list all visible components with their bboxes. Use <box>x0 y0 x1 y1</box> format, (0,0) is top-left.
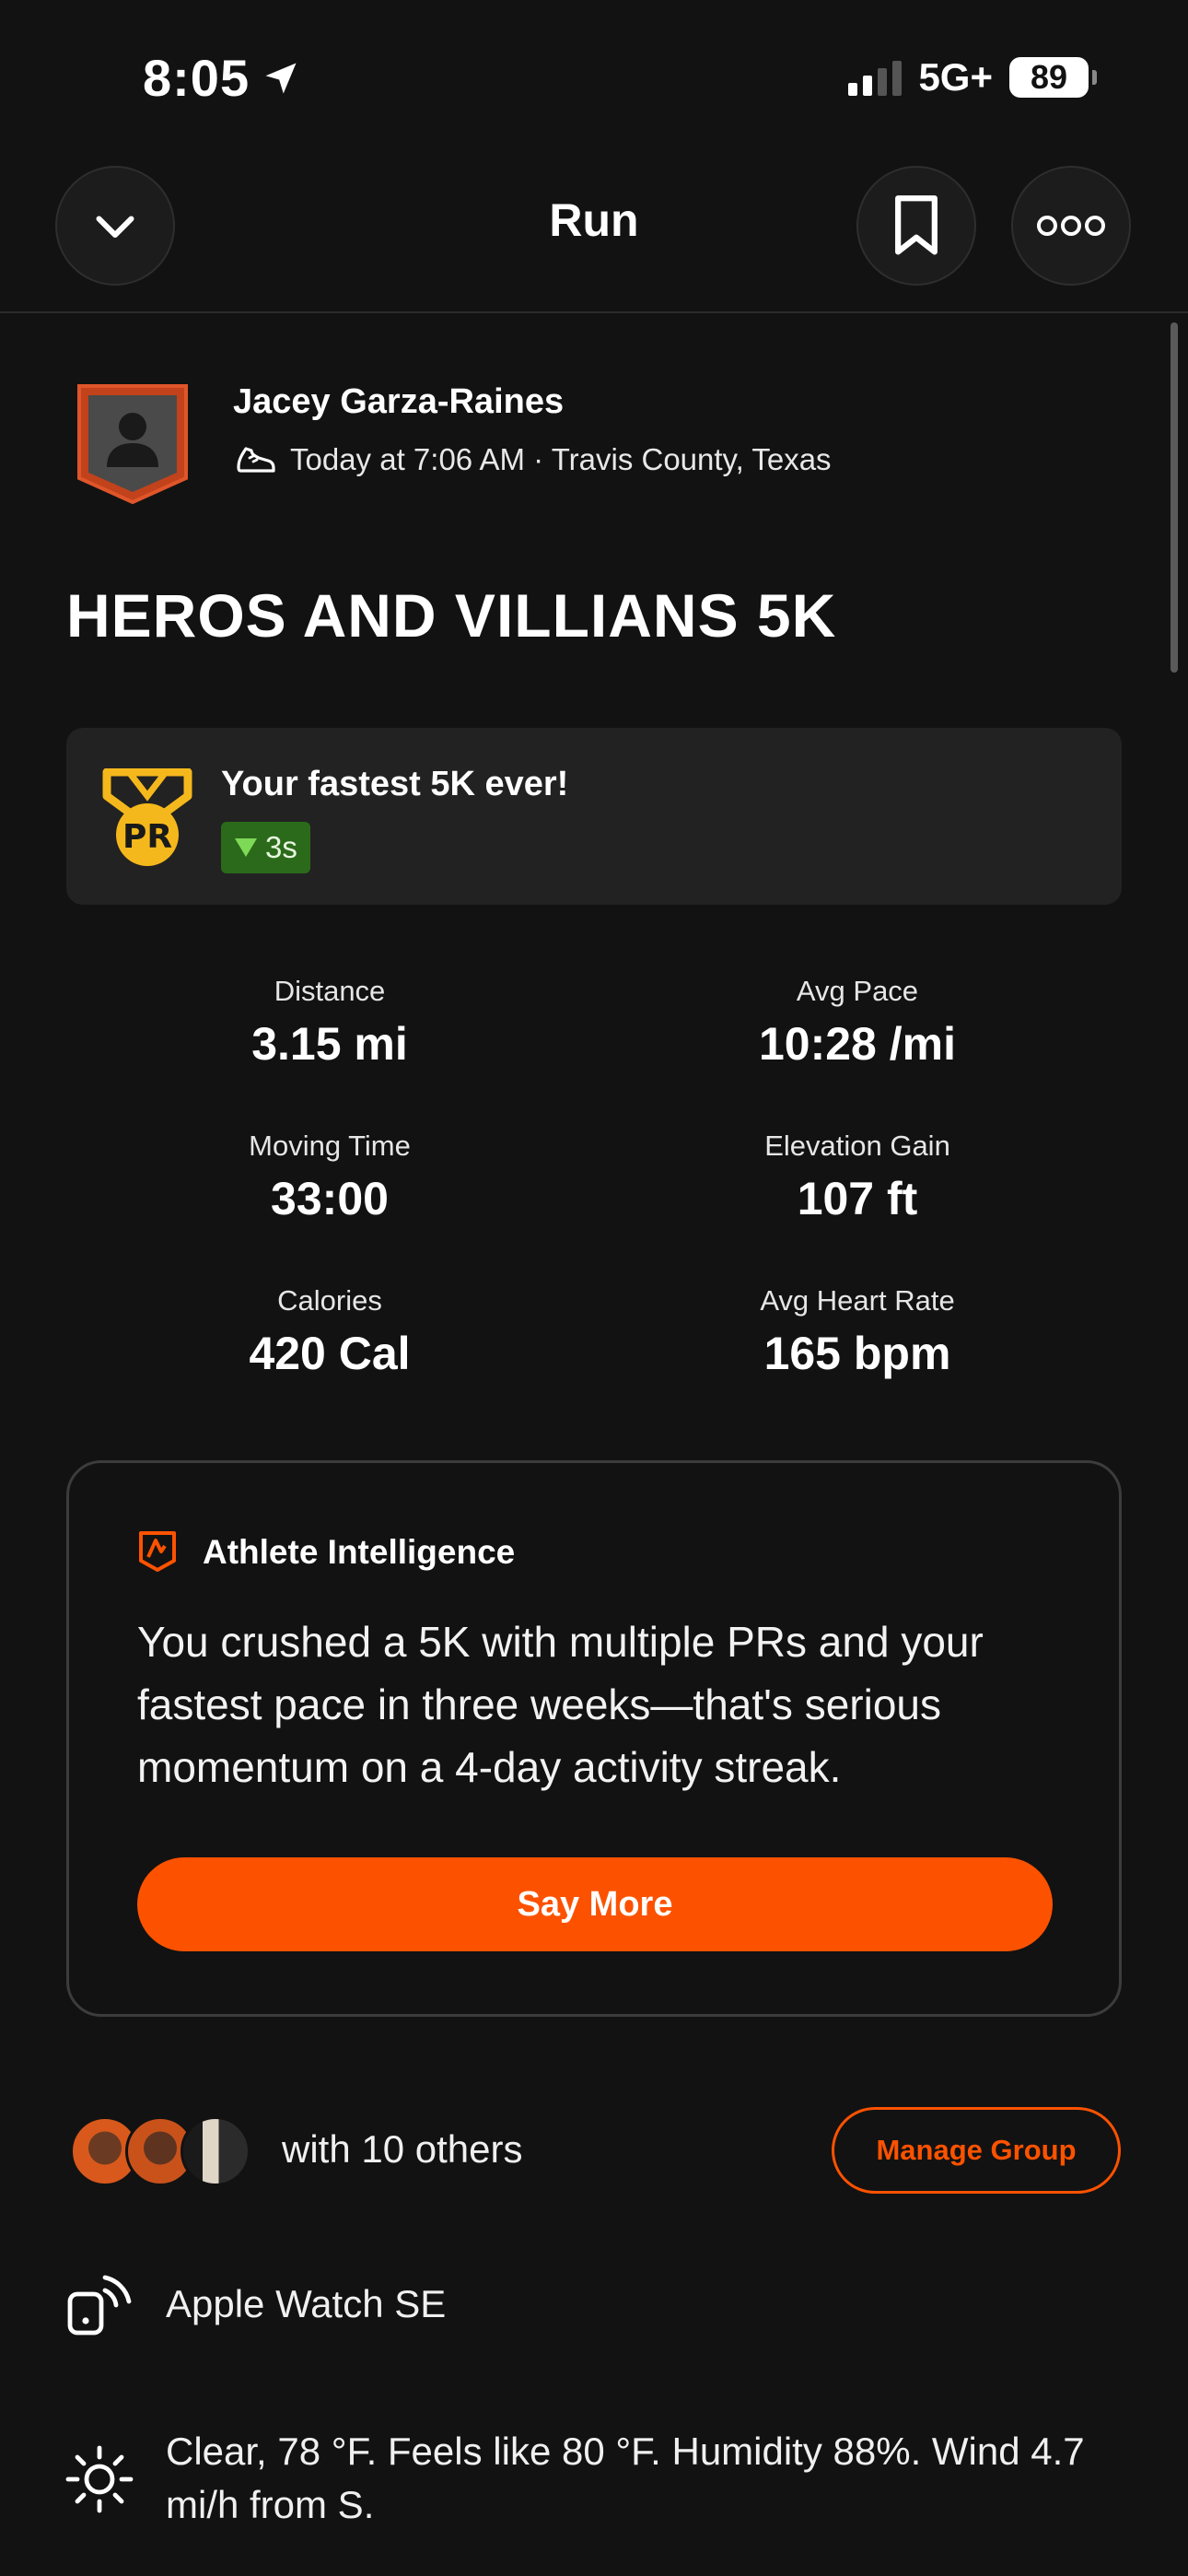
stat-label: Distance <box>274 975 386 1007</box>
device-icon <box>67 2275 132 2336</box>
scrollbar[interactable] <box>1171 322 1178 673</box>
stat-label: Avg Pace <box>796 975 919 1007</box>
network-label: 5G+ <box>918 55 993 99</box>
stat-distance: Distance 3.15 mi <box>99 975 560 1071</box>
stat-avg-pace: Avg Pace 10:28 /mi <box>627 975 1088 1071</box>
group-avatars[interactable] <box>70 2116 250 2186</box>
stat-value: 10:28 /mi <box>758 1018 956 1070</box>
stat-calories: Calories 420 Cal <box>99 1284 560 1380</box>
group-text[interactable]: with 10 others <box>282 2127 522 2172</box>
stat-value: 165 bpm <box>763 1328 951 1379</box>
activity-meta-text: Today at 7:06 AM · Travis County, Texas <box>290 442 832 476</box>
weather-text: Clear, 78 °F. Feels like 80 °F. Humidity… <box>166 2430 1085 2526</box>
more-icon <box>1037 216 1105 236</box>
pr-improvement-badge: 3s <box>221 822 310 873</box>
more-button[interactable] <box>1011 166 1131 286</box>
bookmark-button[interactable] <box>856 166 976 286</box>
stat-elevation-gain: Elevation Gain 107 ft <box>627 1130 1088 1225</box>
pr-message: Your fastest 5K ever! <box>221 765 569 803</box>
activity-title: HEROS AND VILLIANS 5K <box>66 581 837 650</box>
status-indicators: 5G+ 89 <box>848 55 1097 100</box>
manage-group-button[interactable]: Manage Group <box>832 2107 1121 2194</box>
status-time-group: 8:05 <box>143 48 301 108</box>
say-more-button[interactable]: Say More <box>137 1857 1053 1951</box>
stat-value: 420 Cal <box>249 1328 411 1379</box>
athlete-intelligence-card: Athlete Intelligence You crushed a 5K wi… <box>66 1460 1122 2017</box>
stat-value: 107 ft <box>797 1173 918 1224</box>
stat-moving-time: Moving Time 33:00 <box>99 1130 560 1225</box>
stat-label: Avg Heart Rate <box>760 1284 955 1317</box>
pr-card[interactable]: PR Your fastest 5K ever! 3s <box>66 728 1122 905</box>
page-title: Run <box>549 194 639 246</box>
bookmark-icon <box>895 195 938 255</box>
athlete-intelligence-summary: You crushed a 5K with multiple PRs and y… <box>137 1618 984 1791</box>
shoe-icon <box>237 447 275 473</box>
stat-label: Elevation Gain <box>764 1130 950 1162</box>
stat-label: Moving Time <box>249 1130 411 1162</box>
activity-meta: Today at 7:06 AM · Travis County, Texas <box>233 438 832 482</box>
status-time: 8:05 <box>143 49 250 107</box>
avatar[interactable] <box>76 382 190 506</box>
location-arrow-icon <box>265 63 297 93</box>
sun-icon <box>65 2445 134 2513</box>
signal-icon <box>848 59 903 96</box>
pr-improvement-text: 3s <box>265 830 297 864</box>
athlete-intelligence-heading: Athlete Intelligence <box>203 1533 516 1571</box>
stat-value: 33:00 <box>271 1173 389 1224</box>
top-nav: Run <box>0 157 1188 313</box>
battery-icon: 89 <box>1009 57 1097 98</box>
pr-medal-icon: PR <box>102 768 192 866</box>
athlete-name[interactable]: Jacey Garza-Raines <box>233 382 564 422</box>
stat-label: Calories <box>277 1284 382 1317</box>
triangle-down-icon <box>235 838 257 857</box>
stat-avg-heart-rate: Avg Heart Rate 165 bpm <box>627 1284 1088 1380</box>
battery-level: 89 <box>1030 58 1068 96</box>
pr-medal-label: PR <box>122 818 172 856</box>
athlete-intelligence-icon <box>139 1531 176 1572</box>
device-name: Apple Watch SE <box>166 2282 447 2325</box>
avatar <box>181 2116 250 2186</box>
status-bar: 8:05 5G+ 89 <box>0 0 1188 157</box>
stat-value: 3.15 mi <box>251 1018 408 1070</box>
